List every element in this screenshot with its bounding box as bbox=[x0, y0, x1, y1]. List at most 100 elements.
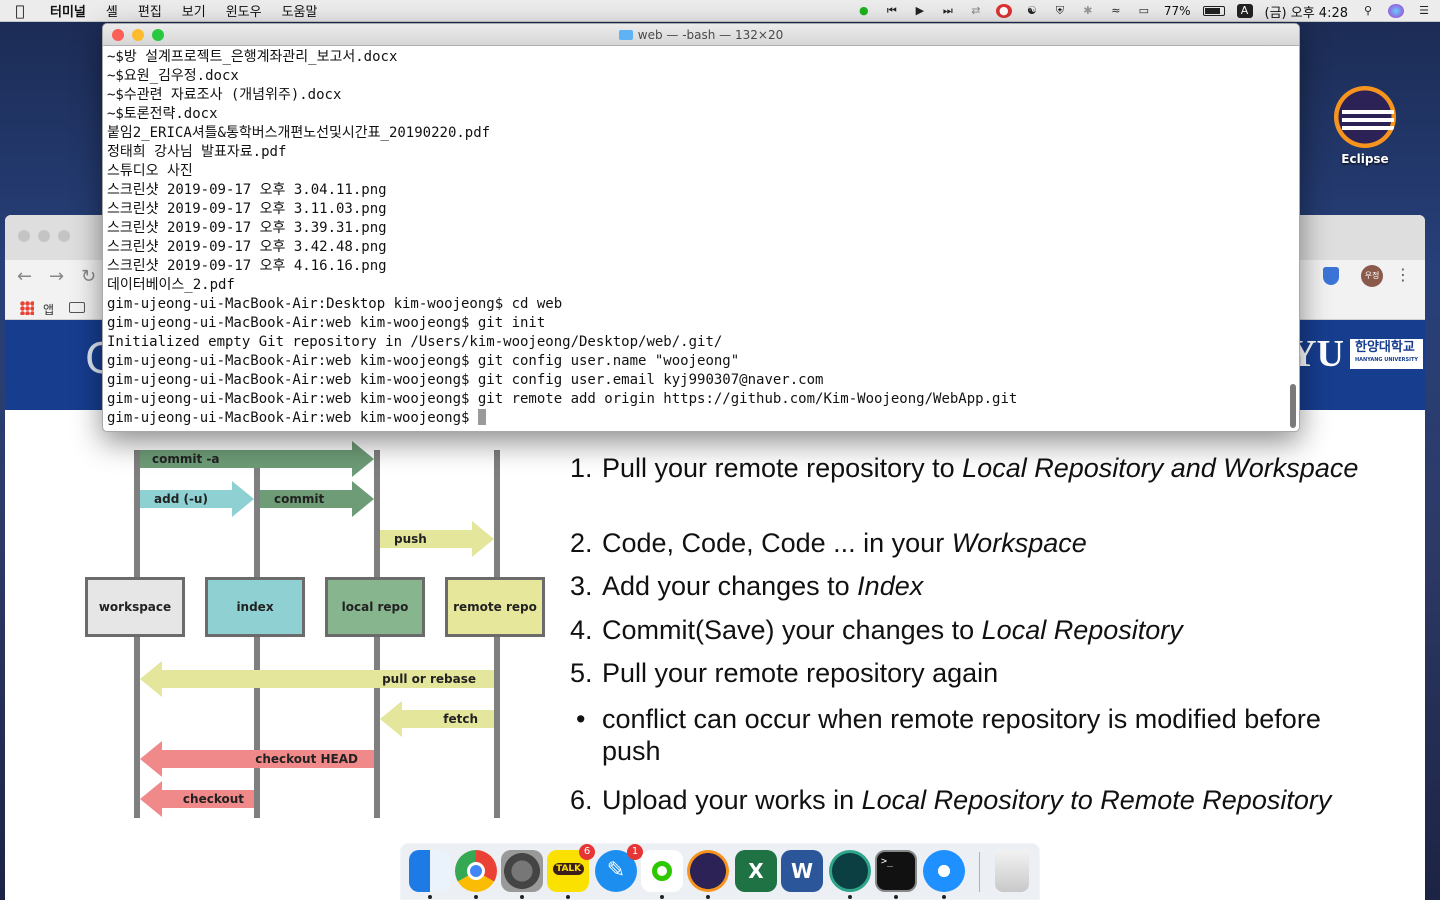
terminal-line: ~$토론전략.docx bbox=[107, 106, 218, 122]
terminal-output[interactable]: ~$방 설계프로젝트_은행계좌관리_보고서.docx ~$요원_김우정.docx… bbox=[103, 46, 1299, 430]
bookmark-folder-icon[interactable] bbox=[69, 302, 85, 313]
terminal-minimize-button[interactable] bbox=[132, 29, 144, 41]
battery-percent: 77% bbox=[1163, 4, 1191, 18]
terminal-cursor bbox=[477, 409, 486, 425]
extension-shield-icon[interactable] bbox=[1323, 267, 1339, 285]
reload-icon[interactable]: ↻ bbox=[81, 266, 96, 287]
clock[interactable]: (금) 오후 4:28 bbox=[1265, 2, 1348, 21]
terminal-line: ~$요원_김우정.docx bbox=[107, 68, 239, 84]
chrome-running-indicator bbox=[474, 895, 478, 899]
wifi-icon[interactable]: ≈ bbox=[1108, 4, 1124, 18]
terminal-line: ~$수관련 자료조사 (개념위주).docx bbox=[107, 87, 342, 103]
browser-zoom-button[interactable] bbox=[58, 230, 70, 242]
apple-menu-icon[interactable]:  bbox=[0, 2, 40, 20]
terminal-window[interactable]: web — -bash — 132×20 ~$방 설계프로젝트_은행계좌관리_보… bbox=[102, 23, 1300, 432]
dock: TALK 6 ✎ 1 X W >_ bbox=[400, 843, 1040, 900]
kakaotalk-running-indicator bbox=[566, 895, 570, 899]
battery-icon[interactable] bbox=[1202, 6, 1225, 16]
back-arrow-icon[interactable]: ← bbox=[17, 266, 32, 287]
hanyang-wordmark: 한양대학교 HANYANG UNIVERSITY bbox=[1349, 339, 1423, 369]
notification-icon[interactable]: ● bbox=[995, 4, 1012, 18]
input-source-indicator[interactable]: A bbox=[1236, 4, 1253, 18]
terminal-line: 스크린샷 2019-09-17 오후 3.42.48.png bbox=[107, 239, 387, 255]
terminal-close-button[interactable] bbox=[112, 29, 124, 41]
siri-icon[interactable] bbox=[1388, 4, 1404, 18]
browser-menu-icon[interactable]: ⋮ bbox=[1395, 265, 1411, 284]
terminal-line: 데이터베이스_2.pdf bbox=[107, 277, 235, 293]
airplay-icon[interactable]: ▭ bbox=[1136, 4, 1152, 18]
terminal-line: gim-ujeong-ui-MacBook-Air:Desktop kim-wo… bbox=[107, 296, 563, 312]
terminal-zoom-button[interactable] bbox=[152, 29, 164, 41]
eclipse-icon[interactable] bbox=[687, 850, 729, 892]
system-preferences-icon[interactable] bbox=[501, 850, 543, 892]
menu-window[interactable]: 윈도우 bbox=[216, 1, 272, 20]
terminal-line: 스크린샷 2019-09-17 오후 3.11.03.png bbox=[107, 201, 387, 217]
terminal-title: web — -bash — 132×20 bbox=[637, 28, 784, 42]
terminal-line: gim-ujeong-ui-MacBook-Air:web kim-woojeo… bbox=[107, 315, 546, 331]
terminal-line: 스튜디오 사진 bbox=[107, 163, 193, 179]
menu-edit[interactable]: 편집 bbox=[128, 1, 172, 20]
menu-view[interactable]: 보기 bbox=[172, 1, 216, 20]
terminal-line: ~$방 설계프로젝트_은행계좌관리_보고서.docx bbox=[107, 49, 398, 65]
kakaotalk-icon[interactable]: TALK 6 bbox=[547, 844, 595, 892]
eclipse-running-indicator bbox=[706, 895, 710, 899]
dock-separator bbox=[979, 852, 980, 892]
terminal-scrollbar[interactable] bbox=[1290, 384, 1296, 428]
word-icon[interactable]: W bbox=[781, 850, 823, 892]
desktop-eclipse-label: Eclipse bbox=[1341, 152, 1389, 166]
gitkraken-running-indicator bbox=[848, 895, 852, 899]
creative-cloud-icon[interactable]: ☯ bbox=[1024, 4, 1040, 18]
desktop-eclipse-shortcut[interactable]: Eclipse bbox=[1330, 86, 1400, 166]
media-next-icon[interactable]: ⏭ bbox=[940, 4, 956, 18]
terminal-running-indicator bbox=[894, 895, 898, 899]
bookmark-apps-label[interactable]: 앱 bbox=[43, 301, 54, 318]
line-icon[interactable] bbox=[641, 850, 683, 892]
profile-avatar[interactable]: 우정 bbox=[1361, 265, 1383, 287]
line-running-indicator bbox=[660, 895, 664, 899]
terminal-line: gim-ujeong-ui-MacBook-Air:web kim-woojeo… bbox=[107, 353, 740, 369]
vpn-shield-icon[interactable]: ⛨ bbox=[1052, 4, 1068, 18]
terminal-icon[interactable]: >_ bbox=[875, 850, 917, 892]
terminal-line: 붙임2_ERICA셔틀&통학버스개편노선및시간표_20190220.pdf bbox=[107, 125, 491, 141]
menu-app-terminal[interactable]: 터미널 bbox=[40, 1, 96, 20]
terminal-prompt-line[interactable]: gim-ujeong-ui-MacBook-Air:web kim-woojeo… bbox=[107, 409, 1295, 428]
terminal-line: 정태희 강사님 발표자료.pdf bbox=[107, 144, 287, 160]
menu-shell[interactable]: 셸 bbox=[96, 1, 128, 20]
safari-running-indicator bbox=[942, 895, 946, 899]
terminal-line: 스크린샷 2019-09-17 오후 3.39.31.png bbox=[107, 220, 387, 236]
terminal-line: 스크린샷 2019-09-17 오후 3.04.11.png bbox=[107, 182, 387, 198]
system-preferences-running-indicator bbox=[520, 895, 524, 899]
forward-arrow-icon[interactable]: → bbox=[49, 266, 64, 287]
terminal-line: Initialized empty Git repository in /Use… bbox=[107, 334, 723, 350]
terminal-line: 스크린샷 2019-09-17 오후 4.16.16.png bbox=[107, 258, 387, 274]
bluetooth-icon[interactable]: ✱ bbox=[1080, 4, 1096, 18]
shuffle-icon[interactable]: ⇄ bbox=[968, 4, 984, 18]
excel-icon[interactable]: X bbox=[735, 850, 777, 892]
chrome-icon[interactable] bbox=[455, 850, 497, 892]
browser-minimize-button[interactable] bbox=[38, 230, 50, 242]
app-store-icon[interactable]: ✎ 1 bbox=[595, 844, 643, 892]
media-play-icon[interactable]: ▶ bbox=[912, 4, 928, 18]
kakaotalk-badge: 6 bbox=[579, 844, 595, 860]
finder-running-indicator bbox=[428, 895, 432, 899]
status-area: ● ⏮ ▶ ⏭ ⇄ ● ☯ ⛨ ✱ ≈ ▭ 77% A (금) 오후 4:28 … bbox=[856, 0, 1432, 22]
menu-bar:  터미널 셸 편집 보기 윈도우 도움말 ● ⏮ ▶ ⏭ ⇄ ● ☯ ⛨ ✱ … bbox=[0, 0, 1440, 22]
gitkraken-icon[interactable] bbox=[829, 850, 871, 892]
folder-icon bbox=[618, 30, 633, 40]
terminal-title-bar[interactable]: web — -bash — 132×20 bbox=[103, 24, 1299, 46]
apps-grid-icon[interactable] bbox=[20, 301, 34, 315]
spotlight-search-icon[interactable]: ⚲ bbox=[1360, 4, 1376, 18]
finder-icon[interactable] bbox=[409, 850, 451, 892]
line-status-icon[interactable]: ● bbox=[856, 4, 872, 18]
notification-center-icon[interactable]: ☰ bbox=[1416, 4, 1432, 18]
browser-close-button[interactable] bbox=[18, 230, 30, 242]
terminal-line: gim-ujeong-ui-MacBook-Air:web kim-woojeo… bbox=[107, 391, 1018, 407]
trash-icon[interactable] bbox=[995, 850, 1029, 892]
media-previous-icon[interactable]: ⏮ bbox=[884, 4, 900, 18]
safari-icon[interactable] bbox=[923, 850, 965, 892]
hanyang-logo: YU 한양대학교 HANYANG UNIVERSITY bbox=[1289, 332, 1423, 376]
menu-help[interactable]: 도움말 bbox=[272, 1, 328, 20]
terminal-line: gim-ujeong-ui-MacBook-Air:web kim-woojeo… bbox=[107, 372, 824, 388]
kakaotalk-label: TALK bbox=[553, 863, 585, 875]
eclipse-logo-icon bbox=[1334, 86, 1396, 148]
